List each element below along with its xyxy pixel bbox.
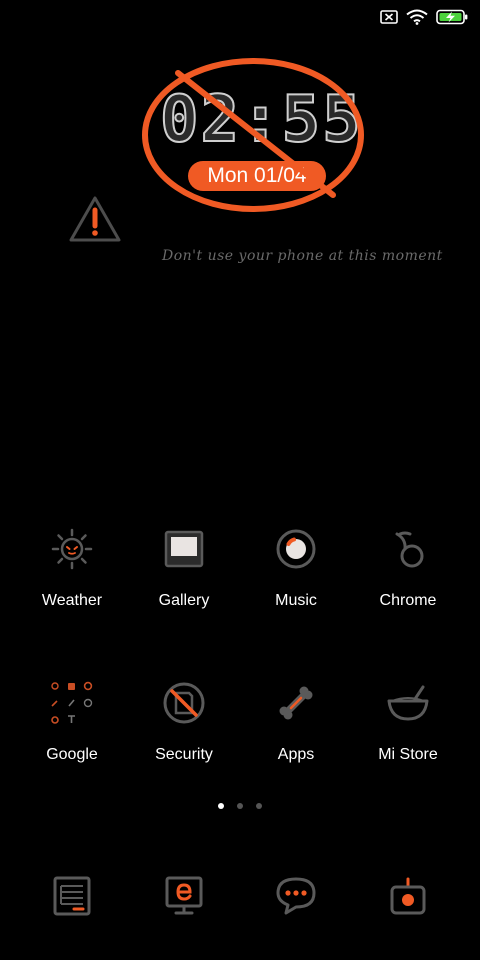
bowl-icon — [383, 678, 433, 728]
app-label-google: Google — [46, 746, 98, 763]
app-label-music: Music — [275, 592, 317, 609]
notice-text: Don't use your phone at this moment — [162, 248, 443, 264]
page-dot-3[interactable] — [256, 803, 262, 809]
chat-bubble-icon[interactable] — [240, 868, 352, 924]
sun-icon — [47, 524, 97, 574]
image-frame-icon — [159, 524, 209, 574]
app-label-gallery: Gallery — [158, 592, 210, 609]
camera-icon[interactable] — [352, 868, 464, 924]
clock-time: 02:55 — [159, 82, 363, 158]
shield-icon — [159, 678, 209, 728]
wifi-icon — [406, 9, 428, 25]
page-dot-2[interactable] — [237, 803, 243, 809]
app-music[interactable]: Music — [240, 524, 352, 610]
page-dot-1[interactable] — [218, 803, 224, 809]
app-label-weather: Weather — [41, 592, 103, 609]
app-grid-row-2: Google Security Apps Mi Store — [16, 678, 464, 764]
notes-icon[interactable] — [16, 868, 128, 924]
app-mi-store[interactable]: Mi Store — [352, 678, 464, 764]
app-label-chrome: Chrome — [379, 592, 437, 609]
folder-grid-icon — [47, 678, 97, 728]
app-chrome[interactable]: Chrome — [352, 524, 464, 610]
clock-widget[interactable]: 02:55 Mon 01/04 — [138, 55, 368, 215]
app-security[interactable]: Security — [128, 678, 240, 764]
dock — [16, 868, 464, 924]
bone-icon — [271, 678, 321, 728]
sim-none-icon — [380, 10, 398, 24]
app-label-apps: Apps — [277, 746, 315, 763]
app-gallery[interactable]: Gallery — [128, 524, 240, 610]
status-bar — [380, 6, 468, 28]
app-google-folder[interactable]: Google — [16, 678, 128, 764]
app-grid-row-1: Weather Gallery Music Chrome — [16, 524, 464, 610]
battery-charging-icon — [436, 9, 468, 25]
app-label-mi-store: Mi Store — [378, 746, 438, 763]
app-apps[interactable]: Apps — [240, 678, 352, 764]
page-indicator[interactable] — [0, 803, 480, 809]
disc-icon — [271, 524, 321, 574]
warning-icon — [68, 194, 122, 249]
app-label-security: Security — [155, 746, 213, 763]
app-weather[interactable]: Weather — [16, 524, 128, 610]
knot-icon — [383, 524, 433, 574]
browser-icon[interactable] — [128, 868, 240, 924]
clock-date: Mon 01/04 — [188, 161, 326, 191]
